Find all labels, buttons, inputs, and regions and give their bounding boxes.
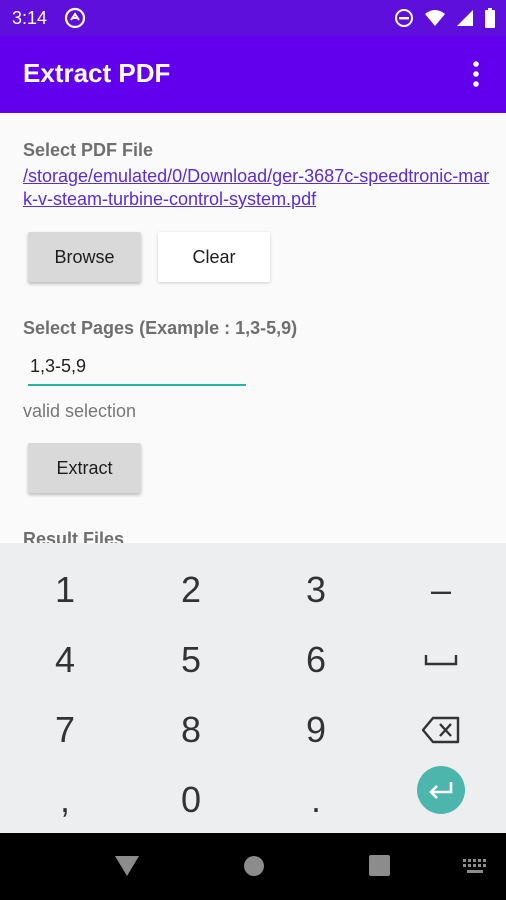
key-4[interactable]: 4 — [2, 625, 128, 695]
select-file-label: Select PDF File — [23, 140, 154, 160]
keyboard-switch-icon[interactable] — [463, 859, 489, 875]
overflow-menu-icon[interactable] — [464, 60, 488, 88]
clear-button[interactable]: Clear — [158, 232, 270, 282]
status-time: 3:14 — [12, 8, 48, 28]
key-period[interactable]: . — [253, 765, 379, 835]
key-3[interactable]: 3 — [253, 555, 379, 625]
key-6[interactable]: 6 — [253, 625, 379, 695]
result-files-label: Result Files — [23, 529, 125, 543]
validation-text: valid selection — [23, 401, 137, 421]
app-title: Extract PDF — [23, 58, 171, 88]
key-0[interactable]: 0 — [128, 765, 254, 835]
main-content: Select PDF File /storage/emulated/0/Down… — [0, 113, 506, 543]
key-5[interactable]: 5 — [128, 625, 254, 695]
key-minus[interactable]: – — [378, 555, 504, 625]
browse-button[interactable]: Browse — [28, 232, 141, 282]
extract-button[interactable]: Extract — [28, 443, 141, 493]
key-space[interactable] — [378, 625, 504, 695]
wifi-icon — [425, 10, 445, 26]
key-comma[interactable]: , — [2, 765, 128, 835]
key-enter[interactable] — [378, 755, 504, 825]
home-icon[interactable] — [243, 855, 265, 877]
file-path-link[interactable]: /storage/emulated/0/Download/ger-3687c-s… — [23, 165, 493, 211]
at-sign-icon — [64, 7, 86, 29]
recents-icon[interactable] — [369, 855, 390, 876]
battery-icon — [485, 8, 495, 28]
navigation-bar — [0, 833, 506, 900]
enter-key-circle — [417, 766, 465, 814]
numeric-keyboard: 1 2 3 – 4 5 6 7 8 9 , 0 . — [0, 543, 506, 833]
app-bar: Extract PDF — [0, 36, 506, 113]
key-7[interactable]: 7 — [2, 695, 128, 765]
enter-icon — [429, 782, 453, 799]
status-bar: 3:14 — [0, 0, 506, 36]
status-icons — [394, 7, 496, 29]
pages-input[interactable]: 1,3-5,9 — [28, 356, 246, 386]
key-8[interactable]: 8 — [128, 695, 254, 765]
key-9[interactable]: 9 — [253, 695, 379, 765]
signal-icon — [457, 10, 473, 26]
backspace-icon — [421, 716, 460, 744]
key-2[interactable]: 2 — [128, 555, 254, 625]
key-1[interactable]: 1 — [2, 555, 128, 625]
space-bar-icon — [424, 655, 458, 666]
select-pages-label: Select Pages (Example : 1,3-5,9) — [23, 318, 298, 338]
do-not-disturb-icon — [395, 9, 413, 27]
back-icon[interactable] — [114, 855, 140, 877]
